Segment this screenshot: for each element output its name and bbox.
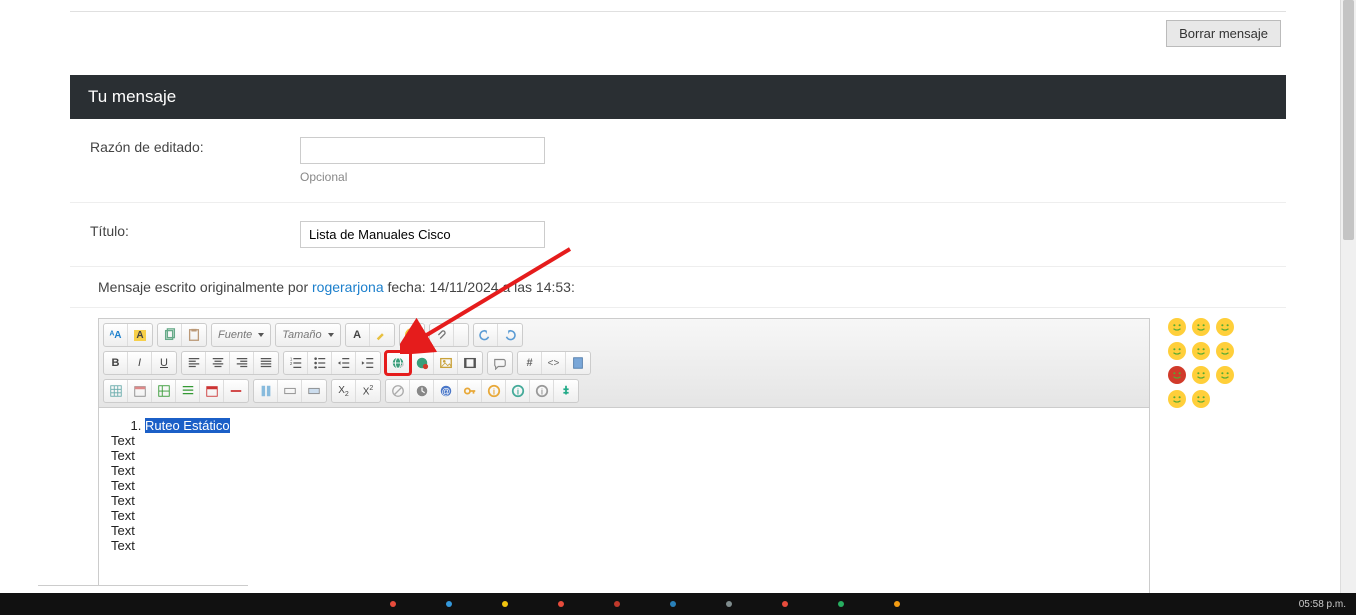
title-label: Título: (90, 221, 300, 239)
smiley-icon[interactable] (1192, 390, 1210, 408)
undo-icon[interactable] (474, 324, 498, 346)
rich-text-editor: ᴬA A Fuente Tamaño A (98, 318, 1150, 599)
smiley-icon[interactable] (1192, 318, 1210, 336)
ordered-list-icon[interactable]: 12 (284, 352, 308, 374)
svg-text:2: 2 (289, 361, 292, 366)
svg-text:i: i (540, 388, 542, 397)
smiley-icon[interactable] (1192, 342, 1210, 360)
text-color-picker-icon[interactable]: A (346, 324, 370, 346)
italic-icon[interactable]: I (128, 352, 152, 374)
calendar-icon[interactable] (128, 380, 152, 402)
smiley-icon[interactable] (1168, 366, 1186, 384)
table-icon[interactable] (104, 380, 128, 402)
editor-text-line: Text (111, 448, 1137, 463)
size-select[interactable]: Tamaño (275, 323, 340, 347)
marker-icon[interactable] (554, 380, 578, 402)
author-link[interactable]: rogerarjona (312, 279, 384, 295)
editor-text-line: Text (111, 508, 1137, 523)
bold-icon[interactable]: B (104, 352, 128, 374)
os-taskbar: 05:58 p.m. (0, 593, 1356, 615)
smiley-icon[interactable] (1168, 390, 1186, 408)
smiley-icon[interactable] (1216, 342, 1234, 360)
redo-icon[interactable] (498, 324, 522, 346)
insert-image-icon[interactable] (434, 352, 458, 374)
date-icon[interactable] (200, 380, 224, 402)
align-center-icon[interactable] (206, 352, 230, 374)
info-yellow-icon[interactable]: i (482, 380, 506, 402)
editor-text-line: Text (111, 493, 1137, 508)
insert-video-icon[interactable] (458, 352, 482, 374)
strike-format-icon[interactable] (386, 380, 410, 402)
smiley-picker (1168, 318, 1258, 599)
list-insert-icon[interactable] (176, 380, 200, 402)
edit-reason-label: Razón de editado: (90, 137, 300, 155)
clock-icon[interactable] (410, 380, 434, 402)
title-input[interactable] (300, 221, 545, 248)
align-justify-icon[interactable] (254, 352, 278, 374)
tray-clock: 05:58 p.m. (1299, 599, 1346, 610)
quote-icon[interactable] (488, 352, 512, 374)
subscript-icon[interactable]: X2 (332, 380, 356, 402)
delete-message-button[interactable]: Borrar mensaje (1166, 20, 1281, 47)
svg-text:i: i (516, 388, 518, 397)
smiley-icon[interactable] (1168, 342, 1186, 360)
attach-dropdown-icon[interactable] (454, 324, 468, 346)
svg-text:i: i (492, 388, 494, 397)
emoji-icon[interactable] (400, 324, 424, 346)
underline-icon[interactable]: U (152, 352, 176, 374)
text-color-icon[interactable]: ᴬA (104, 324, 128, 346)
spreadsheet-icon[interactable] (152, 380, 176, 402)
editor-list-item: Ruteo Estático (145, 418, 230, 433)
hr-icon[interactable] (224, 380, 248, 402)
bg-color-icon[interactable]: A (128, 324, 152, 346)
page-scrollbar[interactable] (1340, 0, 1356, 593)
editor-text-line: Text (111, 523, 1137, 538)
svg-text:@: @ (441, 387, 450, 397)
align-left-icon[interactable] (182, 352, 206, 374)
indent-icon[interactable] (356, 352, 380, 374)
page-icon[interactable] (566, 352, 590, 374)
field-icon[interactable] (302, 380, 326, 402)
insert-link-icon[interactable] (386, 352, 410, 374)
attach-icon[interactable] (430, 324, 454, 346)
editor-content-area[interactable]: Ruteo Estático TextTextTextTextTextTextT… (99, 408, 1149, 598)
original-author-meta: Mensaje escrito originalmente por rogera… (70, 267, 1286, 308)
copy-icon[interactable] (158, 324, 182, 346)
edit-reason-hint: Opcional (300, 170, 1266, 184)
editor-text-line: Text (111, 463, 1137, 478)
panel-title: Tu mensaje (70, 75, 1286, 119)
message-panel: Tu mensaje Razón de editado: Opcional Tí… (70, 75, 1286, 609)
column-icon[interactable] (254, 380, 278, 402)
remove-link-icon[interactable] (410, 352, 434, 374)
edit-reason-input[interactable] (300, 137, 545, 164)
editor-toolbar: ᴬA A Fuente Tamaño A (99, 319, 1149, 408)
outdent-icon[interactable] (332, 352, 356, 374)
hash-icon[interactable]: # (518, 352, 542, 374)
code-icon[interactable]: <> (542, 352, 566, 374)
new-row-icon[interactable] (278, 380, 302, 402)
scroll-thumb[interactable] (1343, 0, 1354, 240)
editor-text-line: Text (111, 433, 1137, 448)
align-right-icon[interactable] (230, 352, 254, 374)
info-blue-icon[interactable]: i (506, 380, 530, 402)
info-gray-icon[interactable]: i (530, 380, 554, 402)
smiley-icon[interactable] (1168, 318, 1186, 336)
font-select[interactable]: Fuente (211, 323, 271, 347)
smiley-icon[interactable] (1216, 366, 1234, 384)
mention-icon[interactable]: @ (434, 380, 458, 402)
editor-text-line: Text (111, 478, 1137, 493)
highlight-picker-icon[interactable] (370, 324, 394, 346)
superscript-icon[interactable]: X2 (356, 380, 380, 402)
paste-icon[interactable] (182, 324, 206, 346)
key-icon[interactable] (458, 380, 482, 402)
smiley-icon[interactable] (1192, 366, 1210, 384)
unordered-list-icon[interactable] (308, 352, 332, 374)
editor-text-line: Text (111, 538, 1137, 553)
smiley-icon[interactable] (1216, 318, 1234, 336)
